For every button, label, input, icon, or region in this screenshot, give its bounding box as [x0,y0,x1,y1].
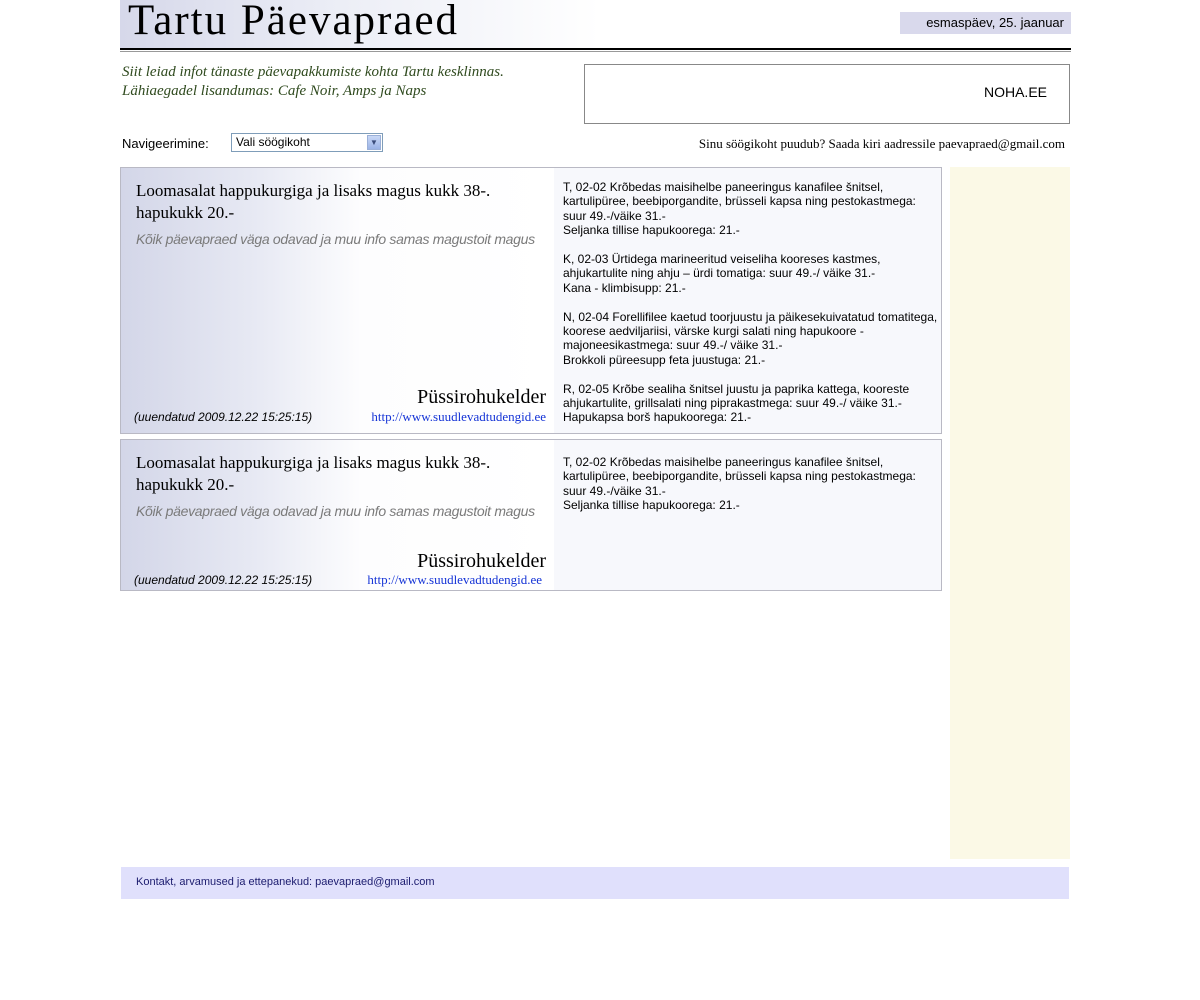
menu-item: Seljanka tillise hapukoorega: 21.- [563,223,740,238]
menu-list: T, 02-02 Krõbedas maisihelbe paneeringus… [563,455,939,513]
footer-contact: Kontakt, arvamused ja ettepanekud: paeva… [136,876,435,888]
menu-item: Kana - klimbisupp: 21.- [563,280,686,295]
menu-item: Hapukapsa borš hapukoorega: 21.- [563,410,752,425]
menu-spacer [563,367,939,381]
menu-item: T, 02-02 Krõbedas maisihelbe paneeringus… [563,180,916,223]
card-deal-title: Loomasalat happukurgiga ja lisaks magus … [136,181,491,222]
site-title[interactable]: Tartu Päevapraed [128,0,459,45]
sidebar-ad-area [950,167,1070,859]
header-divider [120,48,1071,50]
menu-item: T, 02-02 Krõbedas maisihelbe paneeringus… [563,455,916,498]
card-deal-title: Loomasalat happukurgiga ja lisaks magus … [136,453,491,494]
menu-item: K, 02-03 Ürtidega marineeritud veiseliha… [563,252,881,281]
intro-text: Siit leiad infot tänaste päevapakkumiste… [122,63,504,101]
card-summary: Loomasalat happukurgiga ja lisaks magus … [121,440,554,590]
ad-banner[interactable]: NOHA.EE [584,64,1070,124]
restaurant-name: Püssirohukelder [417,550,546,572]
menu-spacer [563,238,939,252]
intro-line-2: Lähiaegadel lisandumas: Cafe Noir, Amps … [122,83,427,99]
menu-item: N, 02-04 Forellifilee kaetud toorjuustu … [563,309,938,353]
restaurant-link[interactable]: http://www.suudlevadtudengid.ee [371,409,546,425]
footer: Kontakt, arvamused ja ettepanekud: paeva… [121,867,1069,899]
header-divider-thin [120,51,1071,52]
missing-restaurant-note: Sinu söögikoht puudub? Saada kiri aadres… [698,136,1065,151]
card-subtitle: Kõik päevapraed väga odavad ja muu info … [136,231,535,247]
restaurant-select[interactable]: Vali söögikoht ▼ [231,133,383,152]
menu-item: Seljanka tillise hapukoorega: 21.- [563,498,740,513]
ad-banner-text[interactable]: NOHA.EE [984,84,1047,100]
navigation-label: Navigeerimine: [122,136,209,151]
chevron-down-icon[interactable]: ▼ [367,135,381,150]
restaurant-name: Püssirohukelder [417,386,546,408]
menu-list: T, 02-02 Krõbedas maisihelbe paneeringus… [563,180,939,425]
restaurant-card: Loomasalat happukurgiga ja lisaks magus … [120,167,942,434]
card-subtitle: Kõik päevapraed väga odavad ja muu info … [136,503,535,519]
restaurant-select-value: Vali söögikoht [236,135,310,149]
card-menu: T, 02-02 Krõbedas maisihelbe paneeringus… [555,168,941,433]
updated-timestamp: (uuendatud 2009.12.22 15:25:15) [134,410,313,424]
updated-timestamp: (uuendatud 2009.12.22 15:25:15) [134,573,313,587]
menu-item: R, 02-05 Krõbe sealiha šnitsel juustu ja… [563,381,910,411]
card-summary: Loomasalat happukurgiga ja lisaks magus … [121,168,554,433]
site-header: Tartu Päevapraed esmaspäev, 25. jaanuar [120,0,1071,48]
restaurant-card: Loomasalat happukurgiga ja lisaks magus … [120,439,942,591]
current-date: esmaspäev, 25. jaanuar [900,12,1071,34]
intro-line-1: Siit leiad infot tänaste päevapakkumiste… [122,64,504,80]
restaurant-link[interactable]: http://www.suudlevadtudengid.ee [367,572,542,588]
menu-item: Brokkoli püreesupp feta juustuga: 21.- [563,352,766,367]
menu-spacer [563,295,939,309]
card-menu: T, 02-02 Krõbedas maisihelbe paneeringus… [555,440,941,590]
